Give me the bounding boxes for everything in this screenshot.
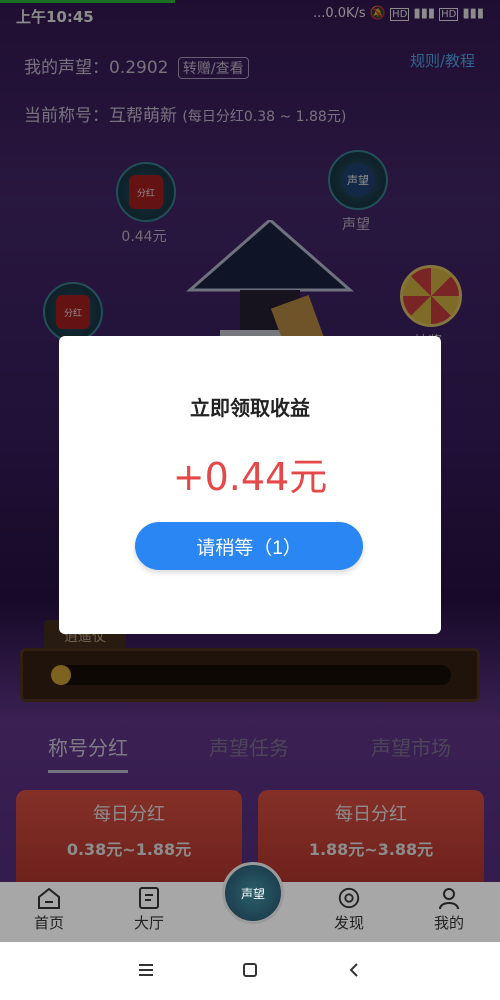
hall-icon [139,887,159,909]
claim-earnings-modal: 立即领取收益 +0.44元 请稍等（1） [59,336,441,634]
system-nav-bar [0,942,500,1000]
back-icon[interactable] [346,962,362,978]
nav-discover[interactable]: 发现 [314,886,384,933]
nav-discover-label: 发现 [333,914,364,932]
reputation-icon: 声望 [240,886,265,901]
nav-profile-label: 我的 [433,914,464,932]
nav-profile[interactable]: 我的 [414,886,484,933]
nav-hall-label: 大厅 [133,914,164,932]
profile-icon [439,888,459,910]
nav-reputation-center[interactable]: 声望 [222,862,284,924]
menu-icon[interactable] [138,962,154,978]
nav-home[interactable]: 首页 [14,886,84,933]
please-wait-button[interactable]: 请稍等（1） [135,522,363,570]
nav-home-label: 首页 [33,914,64,932]
discover-icon [338,887,360,909]
nav-hall[interactable]: 大厅 [114,886,184,933]
home-square-icon[interactable] [242,962,258,978]
earnings-amount: +0.44元 [172,455,328,499]
modal-title: 立即领取收益 [190,396,310,420]
home-icon [38,887,60,909]
